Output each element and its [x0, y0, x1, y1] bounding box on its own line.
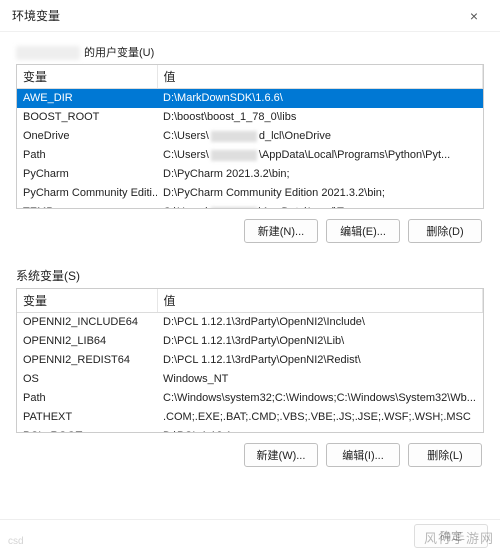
sys-delete-button[interactable]: 删除(L)	[408, 443, 482, 467]
sys-edit-button[interactable]: 编辑(I)...	[326, 443, 400, 467]
csdn-watermark: csd	[8, 536, 24, 547]
col-name[interactable]: 变量	[17, 289, 157, 313]
user-delete-button[interactable]: 删除(D)	[408, 219, 482, 243]
ok-button[interactable]: 确定	[414, 524, 488, 548]
var-name: OneDrive	[17, 127, 157, 146]
dialog-footer: 确定	[0, 519, 500, 551]
var-name: BOOST_ROOT	[17, 108, 157, 127]
var-value: Windows_NT	[157, 370, 483, 389]
table-row[interactable]: OneDriveC:\Users\d_lcl\OneDrive	[17, 127, 483, 146]
system-vars-section: 系统变量(S) 变量 值 OPENNI2_INCLUDE64D:\PCL 1.1…	[0, 255, 500, 479]
table-row[interactable]: PyCharm Community Editi...D:\PyCharm Com…	[17, 184, 483, 203]
table-row[interactable]: OPENNI2_REDIST64D:\PCL 1.12.1\3rdParty\O…	[17, 351, 483, 370]
table-row[interactable]: OPENNI2_INCLUDE64D:\PCL 1.12.1\3rdParty\…	[17, 313, 483, 333]
system-section-title: 系统变量(S)	[16, 267, 484, 284]
table-row[interactable]: PathC:\Users\\AppData\Local\Programs\Pyt…	[17, 146, 483, 165]
system-vars-table: 变量 值 OPENNI2_INCLUDE64D:\PCL 1.12.1\3rdP…	[17, 289, 483, 433]
var-name: OS	[17, 370, 157, 389]
col-value[interactable]: 值	[157, 289, 483, 313]
var-value: D:\PCL 1.12.1\3rdParty\OpenNI2\Redist\	[157, 351, 483, 370]
var-name: OPENNI2_REDIST64	[17, 351, 157, 370]
table-row[interactable]: BOOST_ROOTD:\boost\boost_1_78_0\libs	[17, 108, 483, 127]
table-row[interactable]: PathC:\Windows\system32;C:\Windows;C:\Wi…	[17, 389, 483, 408]
var-value: D:\PyCharm 2021.3.2\bin;	[157, 165, 483, 184]
titlebar: 环境变量 ×	[0, 0, 500, 32]
table-row[interactable]: PATHEXT.COM;.EXE;.BAT;.CMD;.VBS;.VBE;.JS…	[17, 408, 483, 427]
table-row[interactable]: OPENNI2_LIB64D:\PCL 1.12.1\3rdParty\Open…	[17, 332, 483, 351]
var-value: C:\Users\d_lcl\OneDrive	[157, 127, 483, 146]
user-edit-button[interactable]: 编辑(E)...	[326, 219, 400, 243]
username-blurred	[16, 46, 80, 60]
user-new-button[interactable]: 新建(N)...	[244, 219, 318, 243]
user-vars-table: 变量 值 AWE_DIRD:\MarkDownSDK\1.6.6\BOOST_R…	[17, 65, 483, 209]
path-blurred	[211, 150, 257, 161]
close-icon[interactable]: ×	[460, 8, 488, 24]
var-value: D:\PCL 1.12.1\3rdParty\OpenNI2\Include\	[157, 313, 483, 333]
var-value: D:\MarkDownSDK\1.6.6\	[157, 89, 483, 109]
var-value: D:\boost\boost_1_78_0\libs	[157, 108, 483, 127]
var-name: AWE_DIR	[17, 89, 157, 109]
var-name: Path	[17, 389, 157, 408]
user-section-title: 的用户变量(U)	[16, 44, 484, 60]
var-name: PyCharm	[17, 165, 157, 184]
table-row[interactable]: PyCharmD:\PyCharm 2021.3.2\bin;	[17, 165, 483, 184]
system-buttons-row: 新建(W)... 编辑(I)... 删除(L)	[16, 433, 484, 475]
col-name[interactable]: 变量	[17, 65, 157, 89]
var-value: D:\PyCharm Community Edition 2021.3.2\bi…	[157, 184, 483, 203]
user-vars-section: 的用户变量(U) 变量 值 AWE_DIRD:\MarkDownSDK\1.6.…	[0, 32, 500, 255]
table-row[interactable]: AWE_DIRD:\MarkDownSDK\1.6.6\	[17, 89, 483, 109]
system-vars-table-wrap[interactable]: 变量 值 OPENNI2_INCLUDE64D:\PCL 1.12.1\3rdP…	[16, 288, 484, 433]
sys-new-button[interactable]: 新建(W)...	[244, 443, 318, 467]
var-name: OPENNI2_LIB64	[17, 332, 157, 351]
table-row[interactable]: OSWindows_NT	[17, 370, 483, 389]
var-name: Path	[17, 146, 157, 165]
var-value: C:\Users\\AppData\Local\Programs\Python\…	[157, 146, 483, 165]
var-name: OPENNI2_INCLUDE64	[17, 313, 157, 333]
user-vars-table-wrap[interactable]: 变量 值 AWE_DIRD:\MarkDownSDK\1.6.6\BOOST_R…	[16, 64, 484, 209]
col-value[interactable]: 值	[157, 65, 483, 89]
path-blurred	[211, 131, 257, 142]
var-value: C:\Windows\system32;C:\Windows;C:\Window…	[157, 389, 483, 408]
var-name: PATHEXT	[17, 408, 157, 427]
var-value: .COM;.EXE;.BAT;.CMD;.VBS;.VBE;.JS;.JSE;.…	[157, 408, 483, 427]
var-name: PyCharm Community Editi...	[17, 184, 157, 203]
window-title: 环境变量	[12, 7, 460, 24]
user-buttons-row: 新建(N)... 编辑(E)... 删除(D)	[16, 209, 484, 251]
var-value: D:\PCL 1.12.1\3rdParty\OpenNI2\Lib\	[157, 332, 483, 351]
